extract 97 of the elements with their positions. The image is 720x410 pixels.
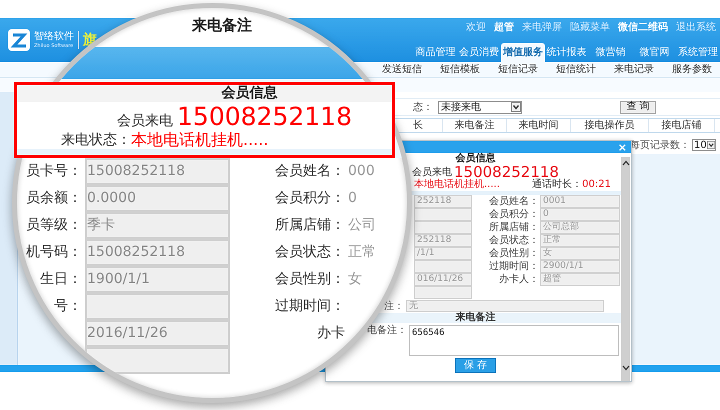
field-value: 无 (406, 300, 604, 312)
field-value: 2900/1/1 (540, 260, 620, 273)
field-label: 生日： (39, 270, 82, 289)
status-label: 来电状态： (61, 131, 131, 149)
field-label: 员余额： (25, 189, 82, 208)
field-label: 会员状态： (274, 243, 345, 262)
header-link[interactable]: 退出系统 (676, 22, 716, 34)
caller-label: 会员来电 (412, 167, 452, 178)
field-value: 2016/11/26 (85, 320, 230, 347)
field-value: 0 (540, 208, 620, 221)
header-link[interactable]: 欢迎 (466, 22, 486, 34)
dropdown-arrow-icon (511, 102, 521, 112)
field-value: 女 (540, 247, 620, 260)
filter-label: 态： (413, 100, 434, 114)
nav-tab[interactable]: 系统管理 (676, 43, 720, 62)
save-button[interactable]: 保 存 (455, 358, 496, 373)
field-value: 252118 (414, 195, 472, 208)
call-status: 本地电话机挂机..... (131, 131, 268, 149)
field-value: 季卡 (85, 212, 230, 239)
field-label: 办卡 (316, 324, 345, 343)
field-label: 号： (53, 297, 82, 316)
field-label: 会员姓名： (274, 162, 345, 181)
field-label: 过期时间： (488, 260, 539, 273)
field-value: 0 (348, 189, 358, 208)
note-field[interactable]: 656546 (409, 325, 619, 356)
close-button[interactable]: × (618, 142, 627, 152)
logo-icon (8, 29, 30, 51)
field-value (414, 286, 472, 299)
field-label: 会员积分： (488, 208, 539, 221)
header-link[interactable]: 超管 (494, 22, 514, 34)
header-link[interactable]: 来电弹屏 (522, 22, 562, 34)
field-value: 0001 (540, 195, 620, 208)
nav-tab[interactable]: 微官网 (632, 43, 676, 62)
subnav-link[interactable]: 服务参数 (672, 64, 712, 76)
field-value: 公司总部 (540, 221, 620, 234)
field-label: 所属店铺： (488, 221, 539, 234)
field-value (414, 208, 472, 221)
dialog-title: 来电备注 (192, 16, 252, 34)
field-label: 注： (384, 300, 405, 313)
caller-label: 会员来电 (117, 112, 174, 130)
duration-value: 00:21 (582, 179, 611, 191)
field-label: 会员积分： (274, 189, 345, 208)
caller-number: 15008252118 (454, 165, 559, 179)
field-value: 000 (348, 162, 376, 181)
column-header: 接电操作员 (571, 119, 649, 132)
field-label: 机号码： (25, 243, 82, 262)
field-value: 女 (348, 270, 363, 289)
column-header: 来电时间 (507, 119, 571, 132)
field-value: 正常 (348, 243, 377, 262)
header-link[interactable]: 隐藏菜单 (570, 22, 610, 34)
field-value: 1900/1/1 (85, 266, 230, 293)
field-label: 会员状态： (488, 234, 539, 247)
nav-tab[interactable]: 微营销 (588, 43, 632, 62)
field-value: 超管 (540, 273, 620, 286)
column-header: 来电备注 (443, 119, 507, 132)
field-label: 所属店铺： (274, 216, 345, 235)
field-value: 正常 (540, 234, 620, 247)
duration-label: 通话时长： (532, 179, 582, 191)
field-label: 会员姓名： (488, 195, 539, 208)
column-header: 长 (413, 119, 443, 132)
section-title: 会员信息 (17, 85, 392, 102)
header-link[interactable]: 微信二维码 (618, 22, 668, 34)
field-value: 0.0000 (85, 185, 230, 212)
nav-tab[interactable]: 会员消费 (457, 43, 502, 62)
page-size-select[interactable]: 10 (692, 139, 716, 151)
nav-tab[interactable]: 商品管理 (413, 43, 458, 62)
field-value (414, 260, 472, 273)
scroll-up-icon (622, 160, 630, 166)
field-label: 员卡号： (25, 162, 82, 181)
status-select[interactable]: 未接来电 (438, 100, 522, 114)
call-status: 本地电话机挂机..... (414, 179, 500, 191)
subnav-link[interactable]: 短信记录 (498, 64, 538, 76)
field-label: 办卡人： (498, 273, 539, 286)
dropdown-arrow-icon (706, 140, 715, 150)
field-label: 会员性别： (488, 247, 539, 260)
field-value: 15008252118 (85, 239, 230, 266)
nav-tab[interactable]: 统计报表 (544, 43, 589, 62)
field-label: 会员性别： (274, 270, 345, 289)
field-value: /1/1 (414, 247, 472, 260)
field-label: 员等级： (25, 216, 82, 235)
section-title: 会员信息 (454, 153, 496, 165)
field-value: 016/11/26 (414, 273, 472, 286)
scroll-down-icon (622, 365, 630, 371)
column-header: 接电店铺 (649, 119, 715, 132)
field-label: 过期时间： (274, 297, 345, 316)
field-value: 252118 (414, 234, 472, 247)
search-button[interactable]: 查 询 (620, 100, 656, 114)
subnav-link[interactable]: 来电记录 (614, 64, 654, 76)
subnav-link[interactable]: 发送短信 (382, 64, 422, 76)
brand-name: 智络软件 (34, 30, 74, 42)
subnav-link[interactable]: 短信模板 (440, 64, 480, 76)
field-value (414, 221, 472, 234)
caller-number: 15008252118 (177, 104, 352, 130)
field-value: 公司 (348, 216, 377, 235)
nav-tab[interactable]: 增值服务 (501, 43, 545, 62)
field-value: 15008252118 (85, 158, 230, 185)
subnav-link[interactable]: 短信统计 (556, 64, 596, 76)
